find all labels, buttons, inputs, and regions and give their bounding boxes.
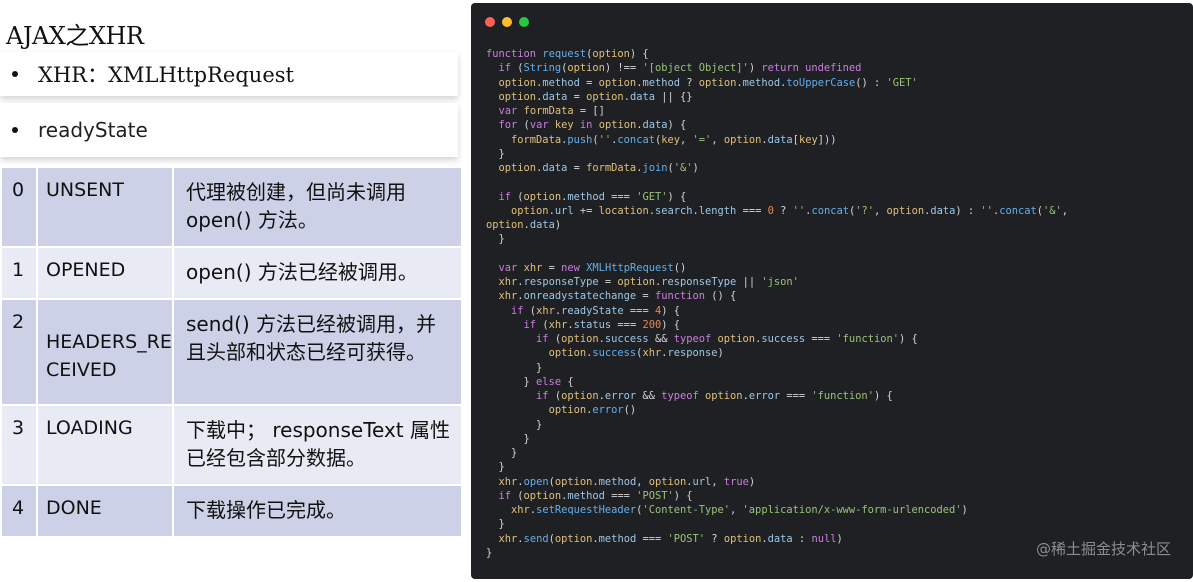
table-row: 1 OPENED open() 方法已经被调用。: [0, 246, 463, 300]
state-description: send() 方法已经被调用，并且头部和状态已经可获得。: [172, 298, 463, 406]
watermark: @稀土掘金技术社区: [1035, 540, 1171, 558]
bullet-xhr: XHR：XMLHttpRequest: [0, 52, 458, 96]
slide-title: AJAX之XHR: [6, 22, 144, 50]
state-number: 3: [0, 404, 38, 486]
window-controls: [485, 17, 529, 27]
table-row: 2 HEADERS_RECEIVED send() 方法已经被调用，并且头部和状…: [0, 298, 463, 406]
minimize-window-icon: [502, 17, 512, 27]
state-name: LOADING: [36, 404, 174, 486]
bullet-text: readyState: [38, 118, 148, 142]
table-row: 3 LOADING 下载中； responseText 属性已经包含部分数据。: [0, 404, 463, 486]
state-name: OPENED: [36, 246, 174, 300]
state-number: 0: [0, 166, 38, 248]
bullet-dot-icon: [12, 71, 18, 77]
bullet-dot-icon: [12, 127, 18, 133]
table-row: 0 UNSENT 代理被创建，但尚未调用 open() 方法。: [0, 166, 463, 248]
state-number: 4: [0, 484, 38, 538]
code-block: function request(option) { if (String(op…: [486, 48, 1069, 559]
state-description: 下载操作已完成。: [172, 484, 463, 538]
state-name: DONE: [36, 484, 174, 538]
ready-state-table: 0 UNSENT 代理被创建，但尚未调用 open() 方法。 1 OPENED…: [0, 166, 463, 538]
state-name: UNSENT: [36, 166, 174, 248]
state-number: 2: [0, 298, 38, 406]
code-window: function request(option) { if (String(op…: [471, 3, 1193, 579]
state-name-text: HEADERS_RECEIVED: [46, 331, 172, 381]
maximize-window-icon: [519, 17, 529, 27]
state-description: open() 方法已经被调用。: [172, 246, 463, 300]
state-name: HEADERS_RECEIVED: [36, 298, 174, 406]
state-description: 下载中； responseText 属性已经包含部分数据。: [172, 404, 463, 486]
table-row: 4 DONE 下载操作已完成。: [0, 484, 463, 538]
close-window-icon: [485, 17, 495, 27]
state-number: 1: [0, 246, 38, 300]
state-description: 代理被创建，但尚未调用 open() 方法。: [172, 166, 463, 248]
bullet-readystate: readyState: [0, 103, 458, 157]
slide-panel: AJAX之XHR XHR：XMLHttpRequest readyState 0…: [0, 0, 468, 582]
bullet-text: XHR：XMLHttpRequest: [38, 63, 294, 87]
